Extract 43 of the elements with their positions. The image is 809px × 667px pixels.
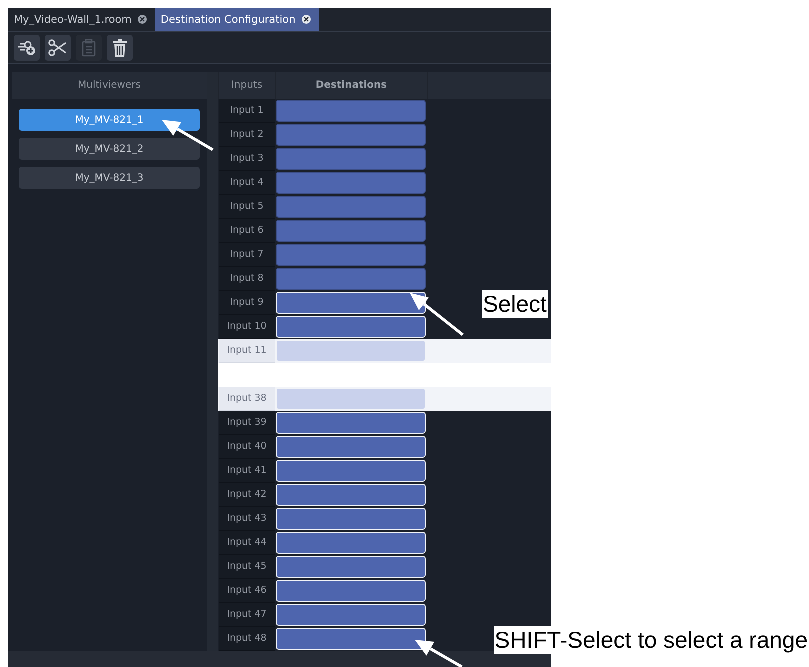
callout-arrow xyxy=(162,120,214,152)
input-label: Input 39 xyxy=(219,411,275,435)
input-label: Input 43 xyxy=(219,507,275,531)
input-label: Input 46 xyxy=(219,579,275,603)
scissors-icon xyxy=(48,38,68,57)
delete-button[interactable] xyxy=(107,34,133,61)
cut-button[interactable] xyxy=(45,34,71,61)
input-label: Input 41 xyxy=(219,459,275,483)
input-label: Input 48 xyxy=(219,627,275,651)
add-button[interactable] xyxy=(14,34,40,61)
input-label: Input 5 xyxy=(219,195,275,219)
tab[interactable]: My_Video-Wall_1.room xyxy=(8,8,155,32)
input-label: Input 11 xyxy=(219,339,275,363)
column-header: Inputs xyxy=(219,72,275,99)
input-label: Input 47 xyxy=(219,603,275,627)
input-label: Input 10 xyxy=(219,315,275,339)
callout-label: SHIFT-Select to select a range xyxy=(494,626,809,654)
input-label: Input 40 xyxy=(219,435,275,459)
input-label: Input 9 xyxy=(219,291,275,315)
input-label: Input 2 xyxy=(219,123,275,147)
close-icon[interactable] xyxy=(138,15,147,24)
input-label: Input 7 xyxy=(219,243,275,267)
clipboard-icon xyxy=(81,38,97,57)
trash-icon xyxy=(112,38,128,57)
input-label: Input 38 xyxy=(219,387,275,411)
input-label: Input 4 xyxy=(219,171,275,195)
input-label: Input 8 xyxy=(219,267,275,291)
tab[interactable]: Destination Configuration xyxy=(154,8,319,32)
multiviewer-item[interactable]: My_MV-821_2 xyxy=(19,138,200,160)
column-header: Destinations xyxy=(276,72,427,99)
input-label: Input 1 xyxy=(219,99,275,123)
link-add-icon xyxy=(17,38,37,57)
panel-header: Multiviewers xyxy=(12,72,207,99)
input-label: Input 3 xyxy=(219,147,275,171)
callout-arrow xyxy=(410,293,464,336)
input-label: Input 42 xyxy=(219,483,275,507)
close-icon[interactable] xyxy=(302,15,311,24)
input-label: Input 45 xyxy=(219,555,275,579)
multiviewer-item[interactable]: My_MV-821_3 xyxy=(19,167,200,189)
callout-arrow xyxy=(415,640,463,667)
input-label: Input 44 xyxy=(219,531,275,555)
callout-label: Select xyxy=(482,290,548,318)
input-label: Input 6 xyxy=(219,219,275,243)
